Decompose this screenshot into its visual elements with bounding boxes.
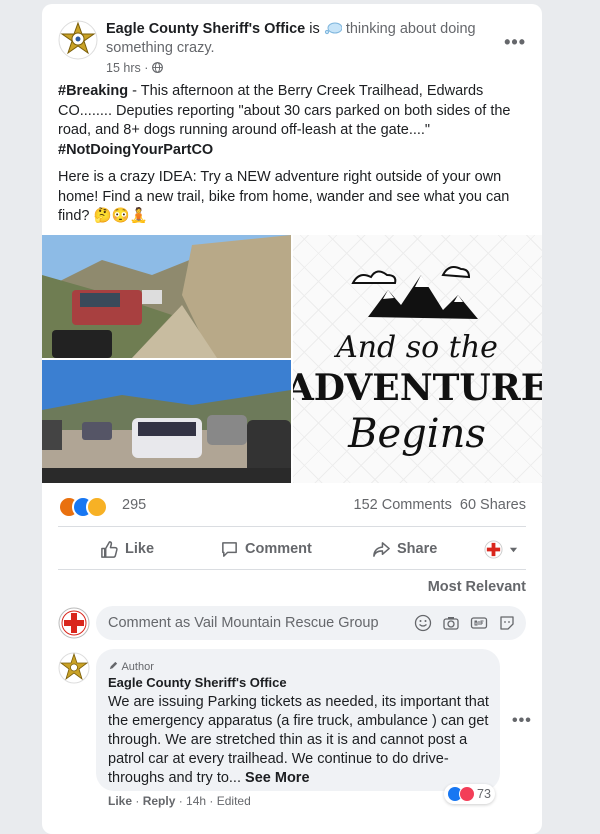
divider-bottom <box>58 569 526 570</box>
post-options-icon[interactable]: ••• <box>504 32 526 53</box>
dropdown-caret-icon <box>509 547 518 552</box>
post-text: #Breaking - This afternoon at the Berry … <box>58 82 530 235</box>
sheriff-badge-avatar[interactable] <box>58 20 98 60</box>
comment-bubble: Author Eagle County Sheriff's Office We … <box>96 649 500 791</box>
comment-options-icon[interactable]: ••• <box>512 712 532 730</box>
artwork-line-3: Begins <box>347 411 486 457</box>
audience-selector[interactable] <box>484 538 518 560</box>
gif-icon[interactable] <box>470 614 488 632</box>
comment-reply-link[interactable]: Reply <box>143 794 176 808</box>
see-more-link[interactable]: See More <box>245 770 309 786</box>
activity-prefix: is <box>309 21 320 37</box>
artwork-line-1: And so the <box>333 330 498 365</box>
vail-rescue-avatar-icon <box>484 539 503 559</box>
like-label: Like <box>125 541 155 557</box>
comment-text: We are issuing Parking tickets as needed… <box>108 693 490 788</box>
post-paragraph-1: #Breaking - This afternoon at the Berry … <box>58 82 530 160</box>
comments-count[interactable]: 152 Comments <box>354 497 452 513</box>
comment-input-icons <box>414 614 516 632</box>
comment-time[interactable]: 14h <box>186 794 206 808</box>
comment-reaction-count: 73 <box>477 787 491 801</box>
globe-icon <box>151 62 163 73</box>
emoji-icon[interactable] <box>414 614 432 632</box>
pencil-icon <box>109 661 118 670</box>
post-time[interactable]: 15 hrs <box>106 61 141 75</box>
author-tag: Author <box>108 660 154 673</box>
hashtag-breaking[interactable]: #Breaking <box>58 83 128 99</box>
comment-footer: Like · Reply · 14h · Edited <box>108 794 251 808</box>
comment-input-placeholder: Comment as Vail Mountain Rescue Group <box>108 615 379 631</box>
comment-reactions[interactable]: 73 <box>444 784 495 804</box>
post-meta: 15 hrs · <box>106 61 163 75</box>
thumbs-up-icon <box>101 540 118 558</box>
share-icon <box>373 541 390 557</box>
comment-label: Comment <box>245 541 312 557</box>
hashtag-notdoingyourpart[interactable]: #NotDoingYourPartCO <box>58 142 213 158</box>
comment-share-counts: 152 Comments 60 Shares <box>354 497 527 513</box>
adventure-artwork: And so the ADVENTURE Begins <box>285 266 548 457</box>
comment-edited: Edited <box>216 794 251 808</box>
commenter-name[interactable]: Eagle County Sheriff's Office <box>108 675 287 690</box>
author-label: Author <box>121 661 154 673</box>
post-actions: Like Comment Share <box>58 530 526 568</box>
post-header: Eagle County Sheriff's Office is thinkin… <box>58 16 526 76</box>
wow-reaction-icon <box>86 496 108 518</box>
share-button[interactable]: Share <box>372 538 437 560</box>
post-paragraph-2: Here is a crazy IDEA: Try a NEW adventur… <box>58 169 510 224</box>
thought-bubble-icon <box>324 22 342 35</box>
camera-icon[interactable] <box>442 614 460 632</box>
comment-icon <box>222 541 237 557</box>
love-reaction-icon <box>459 786 475 802</box>
artwork-line-2: ADVENTURE <box>293 367 542 409</box>
sheriff-comment-avatar[interactable] <box>58 652 90 684</box>
divider-top <box>58 526 526 527</box>
post-card: Eagle County Sheriff's Office is thinkin… <box>42 4 548 834</box>
vail-rescue-avatar[interactable] <box>58 607 90 639</box>
sticker-icon[interactable] <box>498 614 516 632</box>
comment-input[interactable]: Comment as Vail Mountain Rescue Group <box>96 606 526 640</box>
comment-button[interactable]: Comment <box>220 538 312 560</box>
share-label: Share <box>397 541 438 557</box>
trailhead-photo-2[interactable] <box>42 360 291 483</box>
shares-count[interactable]: 60 Shares <box>460 497 526 513</box>
page-name-link[interactable]: Eagle County Sheriff's Office <box>106 21 305 37</box>
like-button[interactable]: Like <box>100 538 154 560</box>
adventure-begins-image[interactable]: And so the ADVENTURE Begins <box>285 235 548 483</box>
post-images: And so the ADVENTURE Begins <box>42 235 548 483</box>
post-stats: 295 152 Comments 60 Shares <box>58 494 526 518</box>
comment-like-link[interactable]: Like <box>108 794 132 808</box>
trailhead-photo-1[interactable] <box>42 235 291 358</box>
post-header-title: Eagle County Sheriff's Office is thinkin… <box>106 20 486 58</box>
reaction-count[interactable]: 295 <box>122 497 146 513</box>
comment-sort-dropdown[interactable]: Most Relevant <box>428 579 526 595</box>
